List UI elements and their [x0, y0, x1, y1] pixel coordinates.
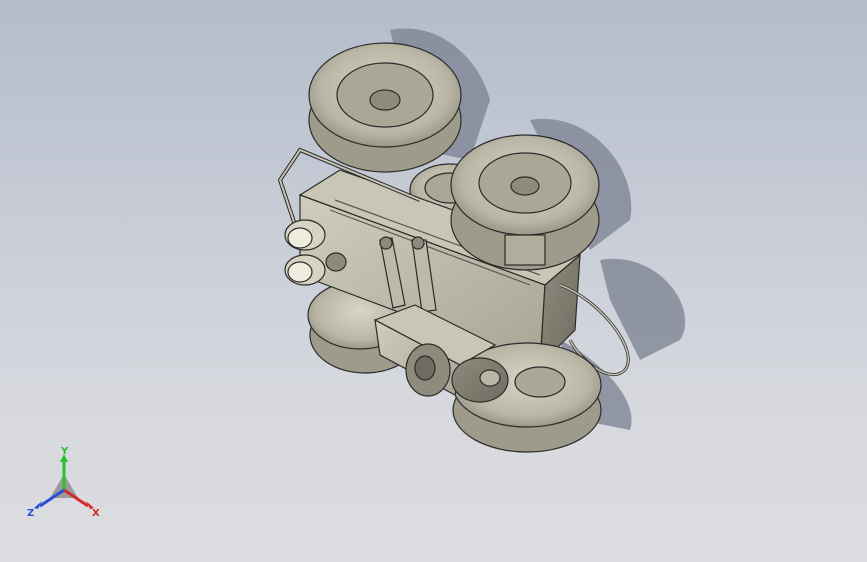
x-axis-label: X	[92, 508, 100, 519]
graphics-viewport[interactable]: Y X Z	[0, 0, 867, 562]
wheel-top-right	[450, 134, 600, 271]
robot-crawler-model[interactable]	[0, 0, 867, 562]
y-axis-label: Y	[60, 446, 69, 457]
coordinate-triad: Y X Z	[27, 446, 100, 519]
wheel-top-left	[308, 42, 462, 173]
z-axis-label: Z	[27, 508, 34, 519]
